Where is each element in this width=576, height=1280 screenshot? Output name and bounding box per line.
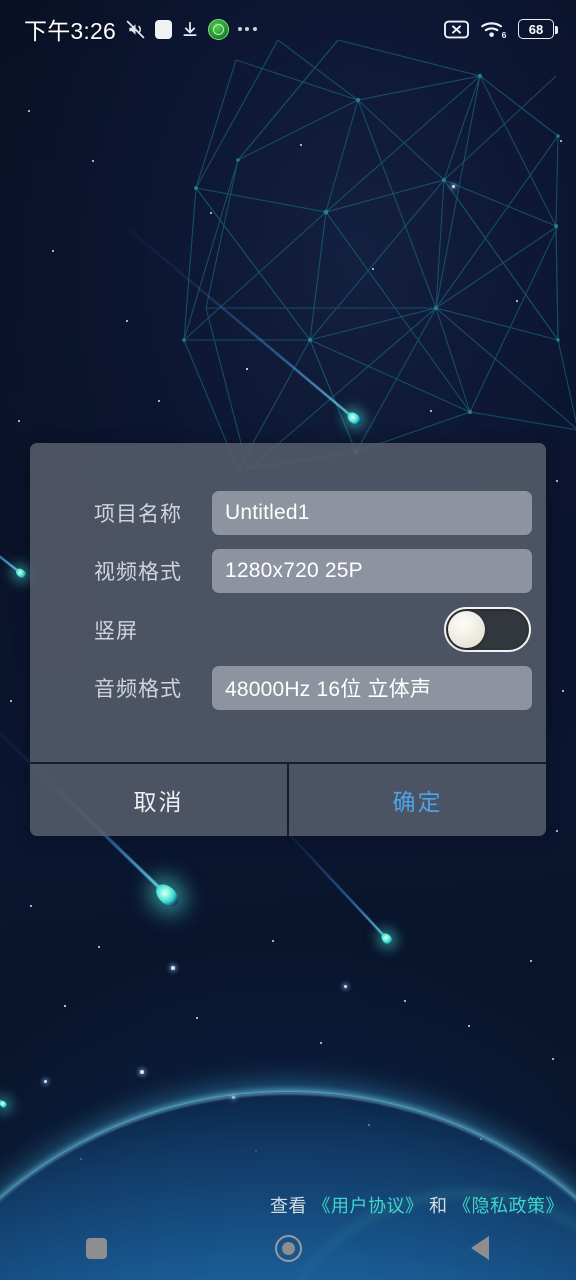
- privacy-policy-link[interactable]: 《隐私政策》: [453, 1196, 564, 1216]
- home-button[interactable]: [250, 1220, 326, 1276]
- form-row-portrait: 竖屏: [44, 607, 532, 652]
- status-bar-right: 6 68: [444, 19, 558, 40]
- confirm-button[interactable]: 确定: [287, 764, 546, 836]
- audio-format-select[interactable]: 48000Hz 16位 立体声: [212, 666, 532, 710]
- no-sim-icon: [444, 20, 469, 38]
- android-navigation-bar: [0, 1216, 576, 1280]
- portrait-toggle-wrap: [212, 607, 532, 652]
- project-name-input[interactable]: Untitled1: [212, 491, 532, 535]
- battery-icon: 68: [518, 19, 558, 39]
- portrait-toggle[interactable]: [444, 607, 531, 652]
- portrait-toggle-knob: [448, 611, 485, 648]
- status-clock: 下午3:26: [24, 18, 116, 44]
- polygon-globe-mesh-icon: [182, 40, 576, 471]
- overflow-dots-icon: [237, 27, 257, 31]
- dialog-actions: 取消 确定: [30, 762, 546, 836]
- video-format-label: 视频格式: [94, 561, 182, 584]
- status-bar-left: 下午3:26: [24, 12, 257, 46]
- recents-square-icon: [85, 1237, 107, 1259]
- video-format-select[interactable]: 1280x720 25P: [212, 549, 532, 593]
- download-icon: [183, 21, 197, 36]
- project-name-label: 项目名称: [94, 503, 182, 526]
- svg-text:6: 6: [502, 30, 507, 40]
- form-row-audio-format: 音频格式 48000Hz 16位 立体声: [44, 666, 532, 710]
- conjunction-label: 和: [428, 1196, 453, 1216]
- form-row-project-name: 项目名称 Untitled1: [44, 491, 532, 535]
- dialog-body: 项目名称 Untitled1 视频格式 1280x720 25P 竖屏 音频格式…: [30, 443, 546, 762]
- form-row-video-format: 视频格式 1280x720 25P: [44, 549, 532, 593]
- wifi-6-icon: 6: [481, 21, 507, 40]
- recents-button[interactable]: [58, 1220, 134, 1276]
- home-circle-icon: [274, 1234, 302, 1262]
- footer-legal-links: 查看 《用户协议》 和 《隐私政策》: [270, 1192, 564, 1218]
- back-triangle-icon: [471, 1236, 489, 1260]
- user-agreement-link[interactable]: 《用户协议》: [312, 1196, 423, 1216]
- mute-icon: [126, 20, 145, 38]
- white-square-icon: [154, 19, 172, 39]
- green-app-icon: [207, 18, 229, 40]
- battery-level-label: 68: [528, 21, 544, 37]
- back-button[interactable]: [442, 1220, 518, 1276]
- cancel-button[interactable]: 取消: [30, 764, 287, 836]
- portrait-label: 竖屏: [94, 619, 138, 643]
- view-prefix-label: 查看: [269, 1196, 313, 1216]
- project-settings-dialog: 项目名称 Untitled1 视频格式 1280x720 25P 竖屏 音频格式…: [30, 443, 546, 836]
- status-bar: 下午3:26 6 68: [0, 0, 576, 58]
- audio-format-label: 音频格式: [94, 678, 182, 701]
